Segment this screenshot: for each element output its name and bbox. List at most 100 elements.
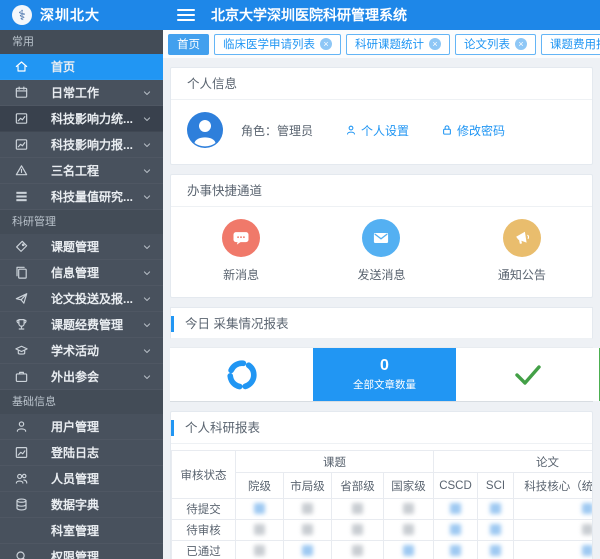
stat-completed[interactable] <box>456 348 599 401</box>
row-label: 待提交 <box>172 499 236 520</box>
sidebar-item-login-log[interactable]: 登陆日志 <box>0 440 163 466</box>
sidebar-item-daily-work[interactable]: 日常工作 <box>0 80 163 106</box>
search-icon <box>13 549 29 559</box>
sidebar-item-tech-value-research[interactable]: 科技量值研究... <box>0 184 163 210</box>
redacted-value[interactable] <box>582 503 592 514</box>
change-password-link[interactable]: 修改密码 <box>441 122 505 139</box>
stat-total-articles[interactable]: 0 全部文章数量 <box>313 348 456 401</box>
home-icon <box>13 59 29 75</box>
redacted-value[interactable] <box>403 503 414 514</box>
chevron-down-icon <box>141 345 153 357</box>
personal-info-panel: 个人信息 角色：管理员 个人设置 修改密码 <box>170 67 593 165</box>
tab-home[interactable]: 首页 <box>168 34 209 55</box>
redacted-value[interactable] <box>254 503 265 514</box>
tab-research-project-stats[interactable]: 科研课题统计× <box>346 34 450 55</box>
sidebar-item-info-management[interactable]: 信息管理 <box>0 260 163 286</box>
col-header: 院级 <box>236 473 284 499</box>
redacted-value[interactable] <box>582 524 592 535</box>
sidebar-item-data-dictionary[interactable]: 数据字典 <box>0 492 163 518</box>
sidebar-item-personnel-management[interactable]: 人员管理 <box>0 466 163 492</box>
sidebar-item-paper-submission[interactable]: 论文投送及报... <box>0 286 163 312</box>
personal-research-panel: 个人科研报表 审核状态 课题 论文 院级 市局级 省部级 国家级 <box>170 411 593 559</box>
chart-icon <box>13 111 29 127</box>
research-table-wrapper: 审核状态 课题 论文 院级 市局级 省部级 国家级 CSCD SCI 科技核心（… <box>171 444 592 559</box>
redacted-value[interactable] <box>403 524 414 535</box>
redacted-value[interactable] <box>352 524 363 535</box>
chevron-down-icon <box>141 139 153 151</box>
tab-paper-list[interactable]: 论文列表× <box>455 34 536 55</box>
col-header-review-status: 审核状态 <box>172 451 236 499</box>
avatar <box>187 112 223 148</box>
sidebar-item-sanming-project[interactable]: 三名工程 <box>0 158 163 184</box>
redacted-value[interactable] <box>254 545 265 556</box>
new-message-action[interactable]: 新消息 <box>171 219 311 283</box>
tab-clinical-medicine-list[interactable]: 临床医学申请列表× <box>214 34 341 55</box>
redacted-value[interactable] <box>490 524 501 535</box>
tab-project-fee-report[interactable]: 课题费用报表× <box>541 34 600 55</box>
briefcase-icon <box>13 369 29 385</box>
redacted-value[interactable] <box>352 545 363 556</box>
sidebar-item-tech-influence-report[interactable]: 科技影响力报... <box>0 132 163 158</box>
panel-title: 个人科研报表 <box>171 412 592 444</box>
sidebar-item-department-management[interactable]: 科室管理 <box>0 518 163 544</box>
role-text: 角色：管理员 <box>241 122 313 139</box>
chevron-down-icon <box>141 87 153 99</box>
sidebar-item-user-management[interactable]: 用户管理 <box>0 414 163 440</box>
row-label: 待审核 <box>172 520 236 541</box>
col-header: CSCD <box>434 473 478 499</box>
panel-title: 今日 采集情况报表 <box>170 307 593 339</box>
logo-text: 深圳北大 <box>40 5 100 25</box>
close-icon[interactable]: × <box>429 38 441 50</box>
chevron-down-icon <box>141 191 153 203</box>
sidebar-item-project-funding[interactable]: 课题经费管理 <box>0 312 163 338</box>
redacted-value[interactable] <box>302 545 313 556</box>
menu-toggle-icon[interactable] <box>177 9 195 22</box>
table-row: 待审核 <box>172 520 593 541</box>
panel-title: 办事快捷通道 <box>171 175 592 207</box>
user-icon <box>13 419 29 435</box>
notice-announcement-action[interactable]: 通知公告 <box>452 219 592 283</box>
tab-bar: 首页 临床医学申请列表× 科研课题统计× 论文列表× 课题费用报表× 用户列表× <box>163 30 600 58</box>
users-icon <box>13 471 29 487</box>
redacted-value[interactable] <box>450 545 461 556</box>
redacted-value[interactable] <box>490 545 501 556</box>
database-icon <box>13 497 29 513</box>
personal-settings-link[interactable]: 个人设置 <box>345 122 409 139</box>
sidebar-item-project-management[interactable]: 课题管理 <box>0 234 163 260</box>
redacted-value[interactable] <box>254 524 265 535</box>
sidebar-section-common: 常用 <box>0 30 163 54</box>
chevron-down-icon <box>141 371 153 383</box>
sidebar-section-research: 科研管理 <box>0 210 163 234</box>
sidebar-item-home[interactable]: 首页 <box>0 54 163 80</box>
paper-plane-icon <box>13 291 29 307</box>
megaphone-icon <box>503 219 541 257</box>
sidebar-item-conference-travel[interactable]: 外出参会 <box>0 364 163 390</box>
send-message-action[interactable]: 发送消息 <box>311 219 451 283</box>
redacted-value[interactable] <box>302 524 313 535</box>
logo: ⚕ 深圳北大 <box>0 0 163 30</box>
close-icon[interactable]: × <box>320 38 332 50</box>
sidebar-item-academic-activities[interactable]: 学术活动 <box>0 338 163 364</box>
sidebar-item-tech-influence-stats[interactable]: 科技影响力统... <box>0 106 163 132</box>
research-table: 审核状态 课题 论文 院级 市局级 省部级 国家级 CSCD SCI 科技核心（… <box>171 450 592 559</box>
close-icon[interactable]: × <box>515 38 527 50</box>
warning-triangle-icon <box>13 163 29 179</box>
redacted-value[interactable] <box>582 545 592 556</box>
person-icon <box>345 124 357 136</box>
chevron-down-icon <box>141 241 153 253</box>
chevron-down-icon <box>141 113 153 125</box>
redacted-value[interactable] <box>302 503 313 514</box>
redacted-value[interactable] <box>403 545 414 556</box>
col-header: SCI <box>478 473 514 499</box>
envelope-icon <box>362 219 400 257</box>
chart-line-icon <box>13 445 29 461</box>
redacted-value[interactable] <box>490 503 501 514</box>
redacted-value[interactable] <box>450 524 461 535</box>
stat-value: 0 <box>380 357 389 375</box>
stat-collecting[interactable] <box>170 348 313 401</box>
redacted-value[interactable] <box>352 503 363 514</box>
none-icon <box>13 523 29 539</box>
redacted-value[interactable] <box>450 503 461 514</box>
group-header-papers: 论文 <box>434 451 593 473</box>
sidebar-item-permission-management[interactable]: 权限管理 <box>0 544 163 559</box>
